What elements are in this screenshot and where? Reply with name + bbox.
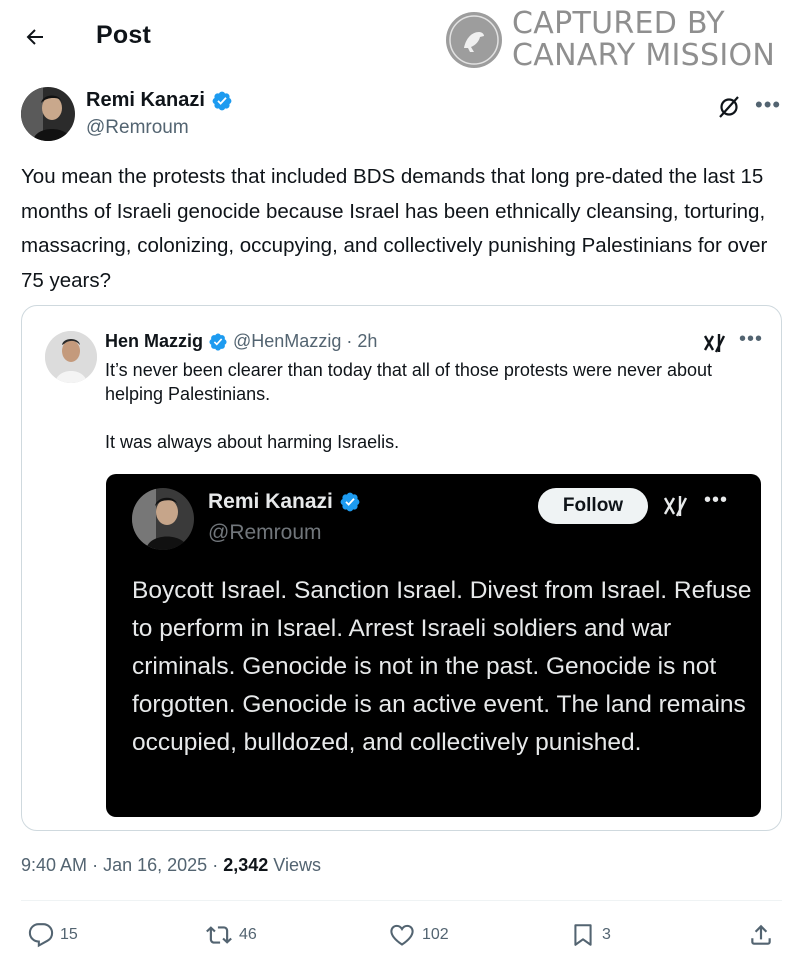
screenshot-author-name-text: Remi Kanazi: [208, 490, 333, 513]
watermark-text: CAPTURED BY CANARY MISSION: [512, 8, 775, 72]
canary-mission-watermark: CAPTURED BY CANARY MISSION: [446, 8, 786, 72]
heart-icon: [390, 924, 414, 946]
share-icon: [751, 924, 771, 945]
verified-badge-icon: [340, 492, 360, 512]
bookmark-icon: [574, 924, 592, 946]
screenshot-author-handle: @Remroum: [208, 521, 322, 544]
author-name[interactable]: Remi Kanazi: [86, 89, 233, 112]
grok-icon[interactable]: [716, 94, 742, 120]
quoted-post[interactable]: Hen Mazzig @HenMazzig · 2h ••• It’s neve…: [21, 305, 782, 831]
author-handle[interactable]: @Remroum: [86, 117, 189, 139]
quote-media-image[interactable]: Remi Kanazi @Remroum Follow ••• Boycott …: [106, 474, 761, 817]
screenshot-author-avatar: [132, 488, 194, 550]
views-count: 2,342: [223, 855, 269, 875]
author-avatar[interactable]: [21, 87, 75, 141]
quote-timestamp[interactable]: 2h: [357, 331, 377, 352]
grok-icon[interactable]: [703, 332, 727, 354]
bookmark-count: 3: [602, 926, 611, 943]
reply-count: 15: [60, 926, 78, 943]
bookmark-button[interactable]: 3: [570, 915, 611, 955]
post-date[interactable]: Jan 16, 2025: [103, 855, 207, 875]
more-options-icon[interactable]: •••: [755, 92, 781, 117]
screenshot-post-text: Boycott Israel. Sanction Israel. Divest …: [132, 577, 752, 756]
quote-author-handle[interactable]: @HenMazzig: [233, 331, 341, 352]
post-text: You mean the protests that included BDS …: [21, 165, 768, 292]
action-bar: 15 46 102 3: [0, 915, 800, 955]
quote-author-name[interactable]: Hen Mazzig: [105, 331, 203, 352]
reply-button[interactable]: 15: [28, 915, 78, 955]
meta-separator: ·: [212, 855, 219, 875]
screenshot-author-name: Remi Kanazi: [208, 490, 361, 514]
meta-separator: ·: [92, 855, 99, 875]
quote-author-avatar[interactable]: [45, 331, 97, 383]
repost-icon: [206, 926, 232, 944]
like-count: 102: [422, 926, 449, 943]
screenshot-follow-button: Follow: [538, 488, 648, 524]
views-label: Views: [273, 855, 321, 875]
quote-more-options-icon[interactable]: •••: [739, 328, 763, 351]
back-button[interactable]: [18, 20, 52, 54]
page-title: Post: [96, 21, 151, 49]
grok-icon: [663, 494, 689, 518]
post-time[interactable]: 9:40 AM: [21, 855, 87, 875]
watermark-line1: CAPTURED BY: [512, 6, 725, 41]
repost-button[interactable]: 46: [205, 915, 257, 955]
quote-author-line: Hen Mazzig @HenMazzig · 2h: [105, 331, 377, 352]
screenshot-more-icon: •••: [704, 489, 729, 511]
like-button[interactable]: 102: [388, 915, 449, 955]
canary-mission-logo: [446, 12, 502, 68]
arrow-left-icon: [26, 29, 43, 45]
share-button[interactable]: [748, 915, 774, 955]
verified-badge-icon: [209, 332, 227, 351]
divider: [21, 900, 782, 901]
quote-separator: ·: [346, 331, 353, 351]
post-meta: 9:40 AM · Jan 16, 2025 · 2,342 Views: [21, 855, 321, 876]
author-name-text: Remi Kanazi: [86, 89, 205, 111]
verified-badge-icon: [212, 91, 232, 110]
repost-count: 46: [239, 926, 257, 943]
watermark-line2: CANARY MISSION: [512, 38, 776, 73]
reply-icon: [28, 923, 54, 948]
quote-text: It’s never been clearer than today that …: [105, 360, 713, 452]
